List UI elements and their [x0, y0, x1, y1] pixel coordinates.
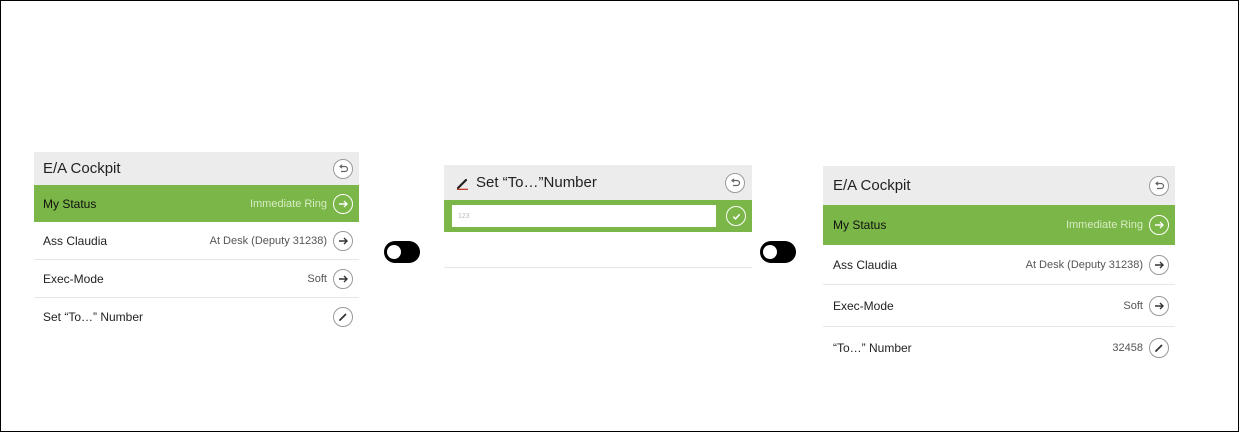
back-arrow-icon[interactable] [333, 158, 353, 179]
panel-header: Set “To…”Number [444, 165, 752, 200]
back-arrow-icon[interactable] [1149, 175, 1169, 196]
row-value: Soft [1123, 299, 1143, 312]
row-exec-mode[interactable]: Exec-Mode Soft [823, 285, 1175, 327]
panel-title: Set “To…”Number [476, 174, 597, 191]
row-label: Exec-Mode [43, 271, 104, 286]
toggle-switch[interactable] [760, 241, 796, 263]
toggle-switch[interactable] [384, 241, 420, 263]
row-label: My Status [43, 196, 97, 211]
panel-header: E/A Cockpit [823, 166, 1175, 205]
cockpit-panel-left: E/A Cockpit My Status Immediate Ring Ass… [34, 152, 359, 336]
row-label: “To…” Number [833, 341, 912, 355]
row-to-number[interactable]: “To…” Number 32458 [823, 327, 1175, 369]
cockpit-panel-right: E/A Cockpit My Status Immediate Ring Ass… [823, 166, 1175, 369]
toggle-knob [763, 245, 777, 259]
row-value: Immediate Ring [249, 197, 327, 210]
arrow-right-icon[interactable] [1149, 295, 1169, 316]
row-exec-mode[interactable]: Exec-Mode Soft [34, 260, 359, 298]
set-number-panel: Set “To…”Number 123 [444, 165, 752, 268]
panel-title: E/A Cockpit [43, 160, 121, 177]
back-arrow-icon[interactable] [725, 172, 745, 193]
row-value: Immediate Ring [1065, 219, 1143, 231]
arrow-right-icon[interactable] [333, 230, 353, 251]
panel-title: E/A Cockpit [833, 177, 911, 194]
row-label: Ass Claudia [43, 233, 108, 248]
arrow-right-icon[interactable] [333, 193, 353, 214]
arrow-right-icon[interactable] [1149, 254, 1169, 275]
arrow-right-icon[interactable] [333, 268, 353, 289]
row-set-to-number[interactable]: Set “To…” Number [34, 298, 359, 336]
number-input-bar: 123 [444, 200, 752, 232]
input-placeholder: 123 [458, 212, 470, 220]
pencil-icon[interactable] [333, 307, 353, 327]
row-value: At Desk (Deputy 31238) [209, 234, 327, 247]
number-input[interactable]: 123 [452, 205, 716, 227]
arrow-right-icon[interactable] [1149, 215, 1169, 235]
row-my-status[interactable]: My Status Immediate Ring [34, 185, 359, 222]
panel-header: E/A Cockpit [34, 152, 359, 185]
toggle-knob [387, 245, 401, 259]
row-ass-claudia[interactable]: Ass Claudia At Desk (Deputy 31238) [34, 222, 359, 260]
checkmark-icon[interactable] [726, 206, 746, 226]
row-ass-claudia[interactable]: Ass Claudia At Desk (Deputy 31238) [823, 245, 1175, 285]
panel-title-wrap: Set “To…”Number [456, 174, 597, 191]
row-value: Soft [307, 272, 327, 285]
row-label: Ass Claudia [833, 257, 898, 272]
pencil-icon [456, 178, 468, 190]
row-label: My Status [833, 218, 887, 232]
pencil-icon[interactable] [1149, 338, 1169, 358]
panel-empty-area [444, 232, 752, 268]
row-value: At Desk (Deputy 31238) [1025, 258, 1143, 271]
row-value: 32458 [1112, 342, 1143, 354]
row-label: Set “To…” Number [43, 310, 144, 324]
row-label: Exec-Mode [833, 298, 894, 313]
row-my-status[interactable]: My Status Immediate Ring [823, 205, 1175, 245]
